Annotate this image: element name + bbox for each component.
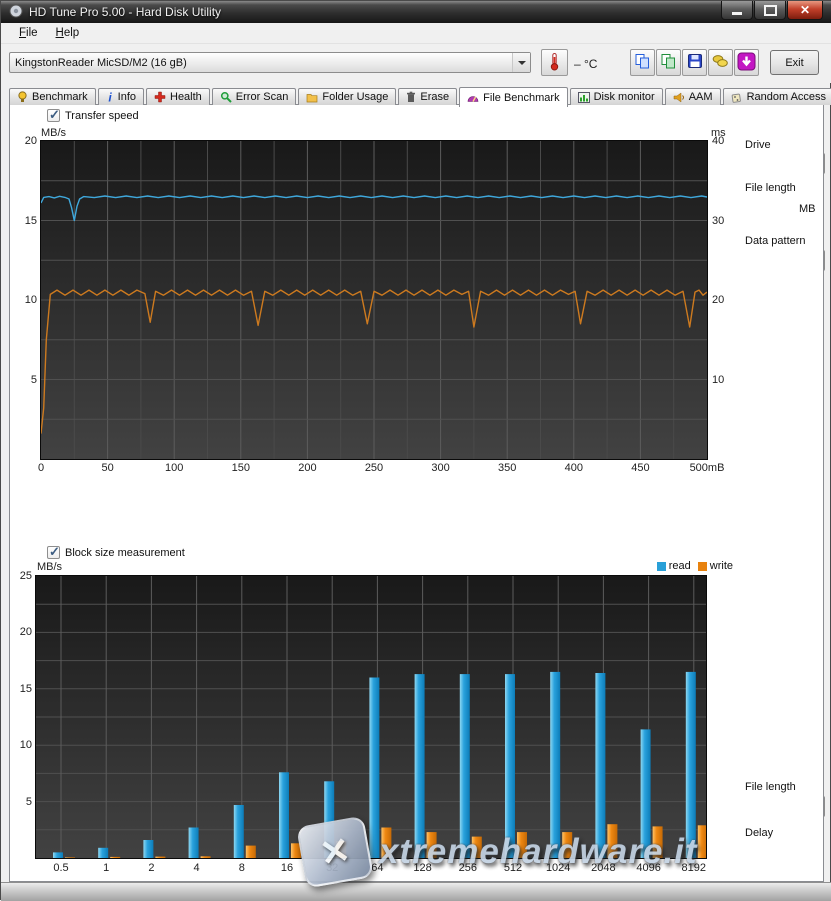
aam-icon bbox=[673, 92, 685, 103]
file-length-label: File length bbox=[745, 182, 796, 194]
checkbox-checked-icon bbox=[47, 546, 60, 559]
tab-label: Folder Usage bbox=[322, 91, 388, 103]
chart-legend: read write bbox=[637, 560, 733, 572]
tab-file-benchmark[interactable]: File Benchmark bbox=[459, 87, 567, 107]
block-size-chart bbox=[36, 576, 706, 858]
tab-label: Error Scan bbox=[236, 91, 289, 103]
download-button[interactable] bbox=[734, 49, 759, 76]
data-pattern-label: Data pattern bbox=[745, 235, 806, 247]
random-access-icon bbox=[731, 92, 743, 103]
tab-label: Info bbox=[118, 91, 136, 103]
temperature-value: – °C bbox=[574, 57, 597, 71]
device-select-value: KingstonReader MicSD/M2 (16 gB) bbox=[10, 57, 512, 69]
minimize-button[interactable] bbox=[721, 1, 753, 20]
chevron-down-icon bbox=[512, 53, 530, 72]
tab-error-scan[interactable]: Error Scan bbox=[212, 88, 297, 105]
tab-label: Erase bbox=[420, 91, 449, 103]
drive-label: Drive bbox=[745, 139, 771, 151]
minimize-icon bbox=[732, 12, 742, 15]
tab-folder-usage[interactable]: Folder Usage bbox=[298, 88, 396, 105]
error-scan-icon bbox=[220, 91, 232, 103]
watermark-x-icon bbox=[316, 829, 353, 876]
tab-label: Disk monitor bbox=[594, 91, 655, 103]
read-legend-label: read bbox=[669, 560, 691, 572]
coins-icon bbox=[712, 53, 729, 72]
toolbar-buttons bbox=[630, 49, 760, 76]
watermark: xtremehardware.it bbox=[301, 821, 698, 883]
copy-icon bbox=[634, 53, 651, 73]
tab-label: Health bbox=[170, 91, 202, 103]
menu-file[interactable]: File bbox=[11, 25, 46, 41]
maximize-button[interactable] bbox=[754, 1, 786, 20]
window-title: HD Tune Pro 5.00 - Hard Disk Utility bbox=[29, 5, 221, 19]
copy-button[interactable] bbox=[630, 49, 655, 76]
file-length-unit: MB bbox=[799, 203, 816, 215]
tab-random-access[interactable]: Random Access bbox=[723, 88, 831, 105]
file-benchmark-icon bbox=[467, 92, 479, 103]
file-length2-label: File length bbox=[745, 781, 796, 793]
copy-image-button[interactable] bbox=[656, 49, 681, 76]
tab-aam[interactable]: AAM bbox=[665, 88, 721, 105]
block-size-checkbox[interactable]: Block size measurement bbox=[47, 546, 185, 559]
tab-disk-monitor[interactable]: Disk monitor bbox=[570, 88, 663, 105]
maximize-icon bbox=[764, 5, 777, 16]
device-select[interactable]: KingstonReader MicSD/M2 (16 gB) bbox=[9, 52, 531, 73]
copy-image-icon bbox=[660, 53, 677, 73]
tab-label: File Benchmark bbox=[483, 92, 559, 104]
tab-health[interactable]: Health bbox=[146, 88, 210, 105]
benchmark-icon bbox=[17, 91, 28, 103]
thermometer-icon bbox=[549, 52, 560, 74]
temperature-button[interactable] bbox=[541, 49, 568, 76]
delay-label: Delay bbox=[745, 827, 773, 839]
tab-label: AAM bbox=[689, 91, 713, 103]
exit-button[interactable]: Exit bbox=[770, 50, 819, 75]
title-bar: HD Tune Pro 5.00 - Hard Disk Utility bbox=[1, 1, 831, 23]
tab-bar: Benchmark i Info Health Error Scan Folder Usa… bbox=[9, 86, 831, 105]
tab-label: Benchmark bbox=[32, 91, 88, 103]
transfer-speed-checkbox[interactable]: Transfer speed bbox=[47, 109, 139, 122]
transfer-speed-chart bbox=[41, 141, 707, 459]
tab-info[interactable]: i Info bbox=[98, 88, 144, 105]
health-icon bbox=[154, 91, 166, 103]
app-icon bbox=[9, 4, 23, 21]
menu-bar: File Help bbox=[1, 23, 831, 44]
write-legend-label: write bbox=[710, 560, 733, 572]
tab-label: Random Access bbox=[747, 91, 826, 103]
toolbar: KingstonReader MicSD/M2 (16 gB) – °C Exi… bbox=[1, 44, 831, 83]
watermark-text: xtremehardware.it bbox=[379, 832, 698, 872]
bottom-chart-y-unit: MB/s bbox=[37, 561, 62, 573]
disk-monitor-icon bbox=[578, 92, 590, 103]
tab-benchmark[interactable]: Benchmark bbox=[9, 88, 96, 105]
write-legend-swatch bbox=[698, 562, 707, 571]
block-size-chart-frame bbox=[35, 575, 707, 859]
read-legend-swatch bbox=[657, 562, 666, 571]
window-resize-bar bbox=[1, 882, 831, 901]
watermark-badge-icon bbox=[296, 816, 374, 889]
top-chart-y-right-unit: ms bbox=[711, 127, 726, 139]
coins-button[interactable] bbox=[708, 49, 733, 76]
svg-text:i: i bbox=[108, 91, 112, 103]
app-window: HD Tune Pro 5.00 - Hard Disk Utility Fil… bbox=[0, 0, 831, 900]
save-button[interactable] bbox=[682, 49, 707, 76]
folder-usage-icon bbox=[306, 92, 318, 103]
top-chart-y-left-unit: MB/s bbox=[41, 127, 66, 139]
info-icon: i bbox=[106, 91, 114, 103]
transfer-speed-chart-frame bbox=[40, 140, 708, 460]
download-icon bbox=[737, 52, 756, 74]
erase-icon bbox=[406, 91, 416, 103]
menu-help[interactable]: Help bbox=[48, 25, 88, 41]
tab-erase[interactable]: Erase bbox=[398, 88, 457, 105]
checkbox-checked-icon bbox=[47, 109, 60, 122]
block-size-label: Block size measurement bbox=[65, 547, 185, 559]
close-button[interactable] bbox=[787, 1, 823, 20]
close-icon bbox=[800, 4, 810, 16]
save-icon bbox=[687, 53, 703, 72]
transfer-speed-label: Transfer speed bbox=[65, 110, 139, 122]
